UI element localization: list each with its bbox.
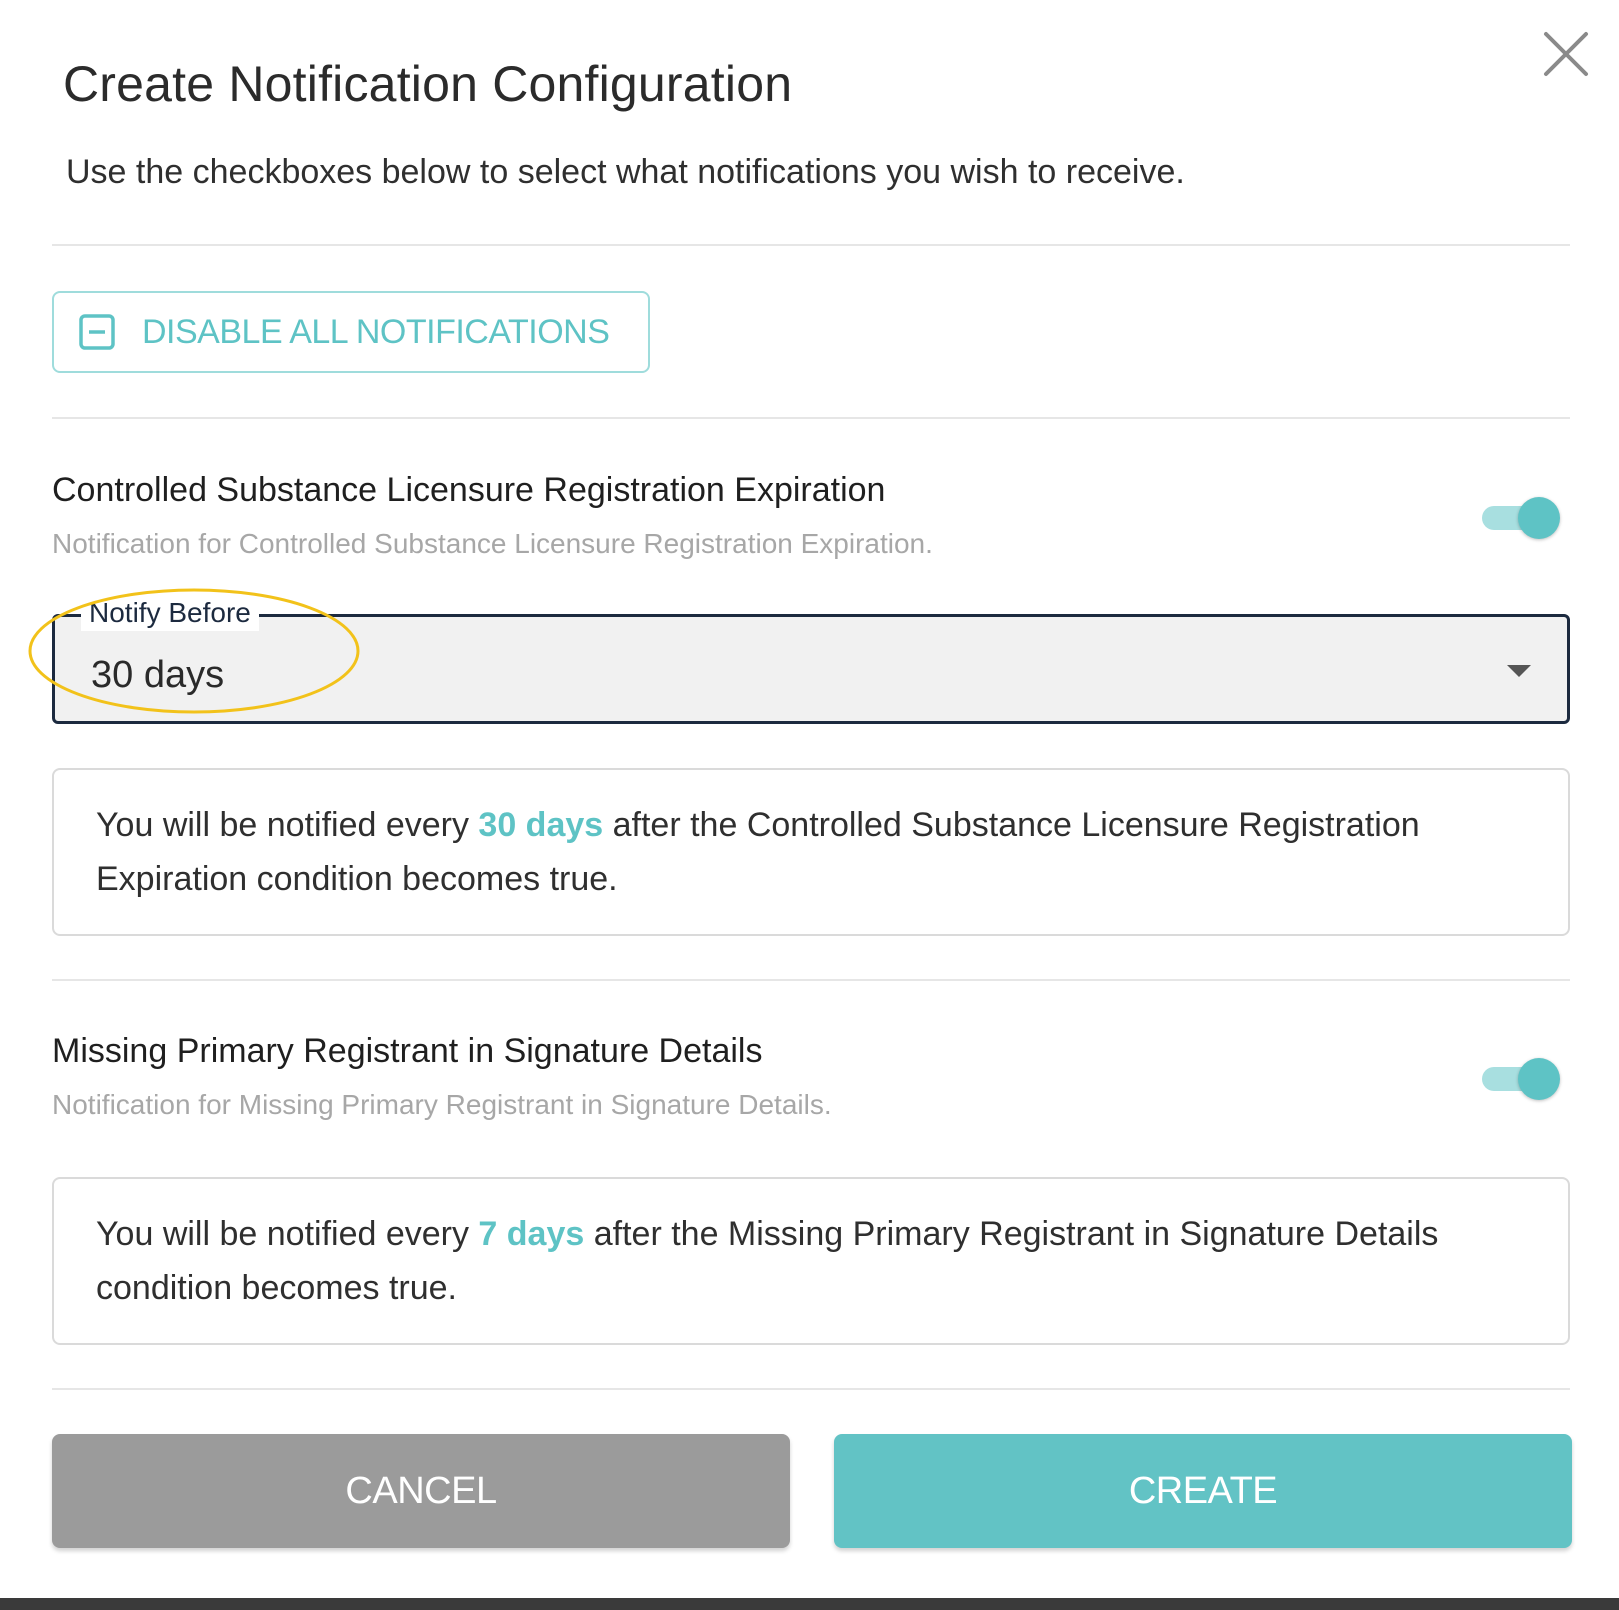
notification-toggle-controlled-substance[interactable] [1480,495,1562,541]
notification-info-box: You will be notified every 7 days after … [52,1177,1570,1345]
minus-square-icon [79,314,115,350]
notification-description: Notification for Missing Primary Registr… [52,1089,832,1120]
toggle-knob [1518,497,1560,539]
toggle-knob [1518,1058,1560,1100]
cancel-button[interactable]: CANCEL [52,1434,790,1548]
notification-title: Missing Primary Registrant in Signature … [52,1032,763,1070]
info-text-interval: 30 days [478,806,604,844]
window-bottom-edge [0,1598,1619,1610]
notify-before-value: 30 days [91,654,225,696]
disable-all-notifications-button[interactable]: DISABLE ALL NOTIFICATIONS [52,291,650,373]
info-text-prefix: You will be notified every [96,806,479,844]
divider [52,1388,1570,1390]
close-icon [1544,32,1588,76]
divider [52,244,1570,246]
create-button[interactable]: CREATE [834,1434,1572,1548]
notification-info-box: You will be notified every 30 days after… [52,768,1570,936]
notify-before-select[interactable]: Notify Before 30 days [52,595,1570,724]
notification-title: Controlled Substance Licensure Registrat… [52,471,886,509]
notify-before-label: Notify Before [81,595,259,631]
notification-config-dialog: Create Notification Configuration Use th… [0,0,1619,1598]
info-text-interval: 7 days [478,1215,585,1253]
notification-description: Notification for Controlled Substance Li… [52,528,933,559]
notification-toggle-missing-registrant[interactable] [1480,1056,1562,1102]
divider [52,417,1570,419]
info-text-prefix: You will be notified every [96,1215,479,1253]
disable-all-label: DISABLE ALL NOTIFICATIONS [142,312,610,351]
dialog-subtitle: Use the checkboxes below to select what … [66,153,1185,191]
dialog-title: Create Notification Configuration [63,56,793,112]
close-button[interactable] [1538,26,1594,82]
chevron-down-icon [1507,665,1531,677]
divider [52,979,1570,981]
